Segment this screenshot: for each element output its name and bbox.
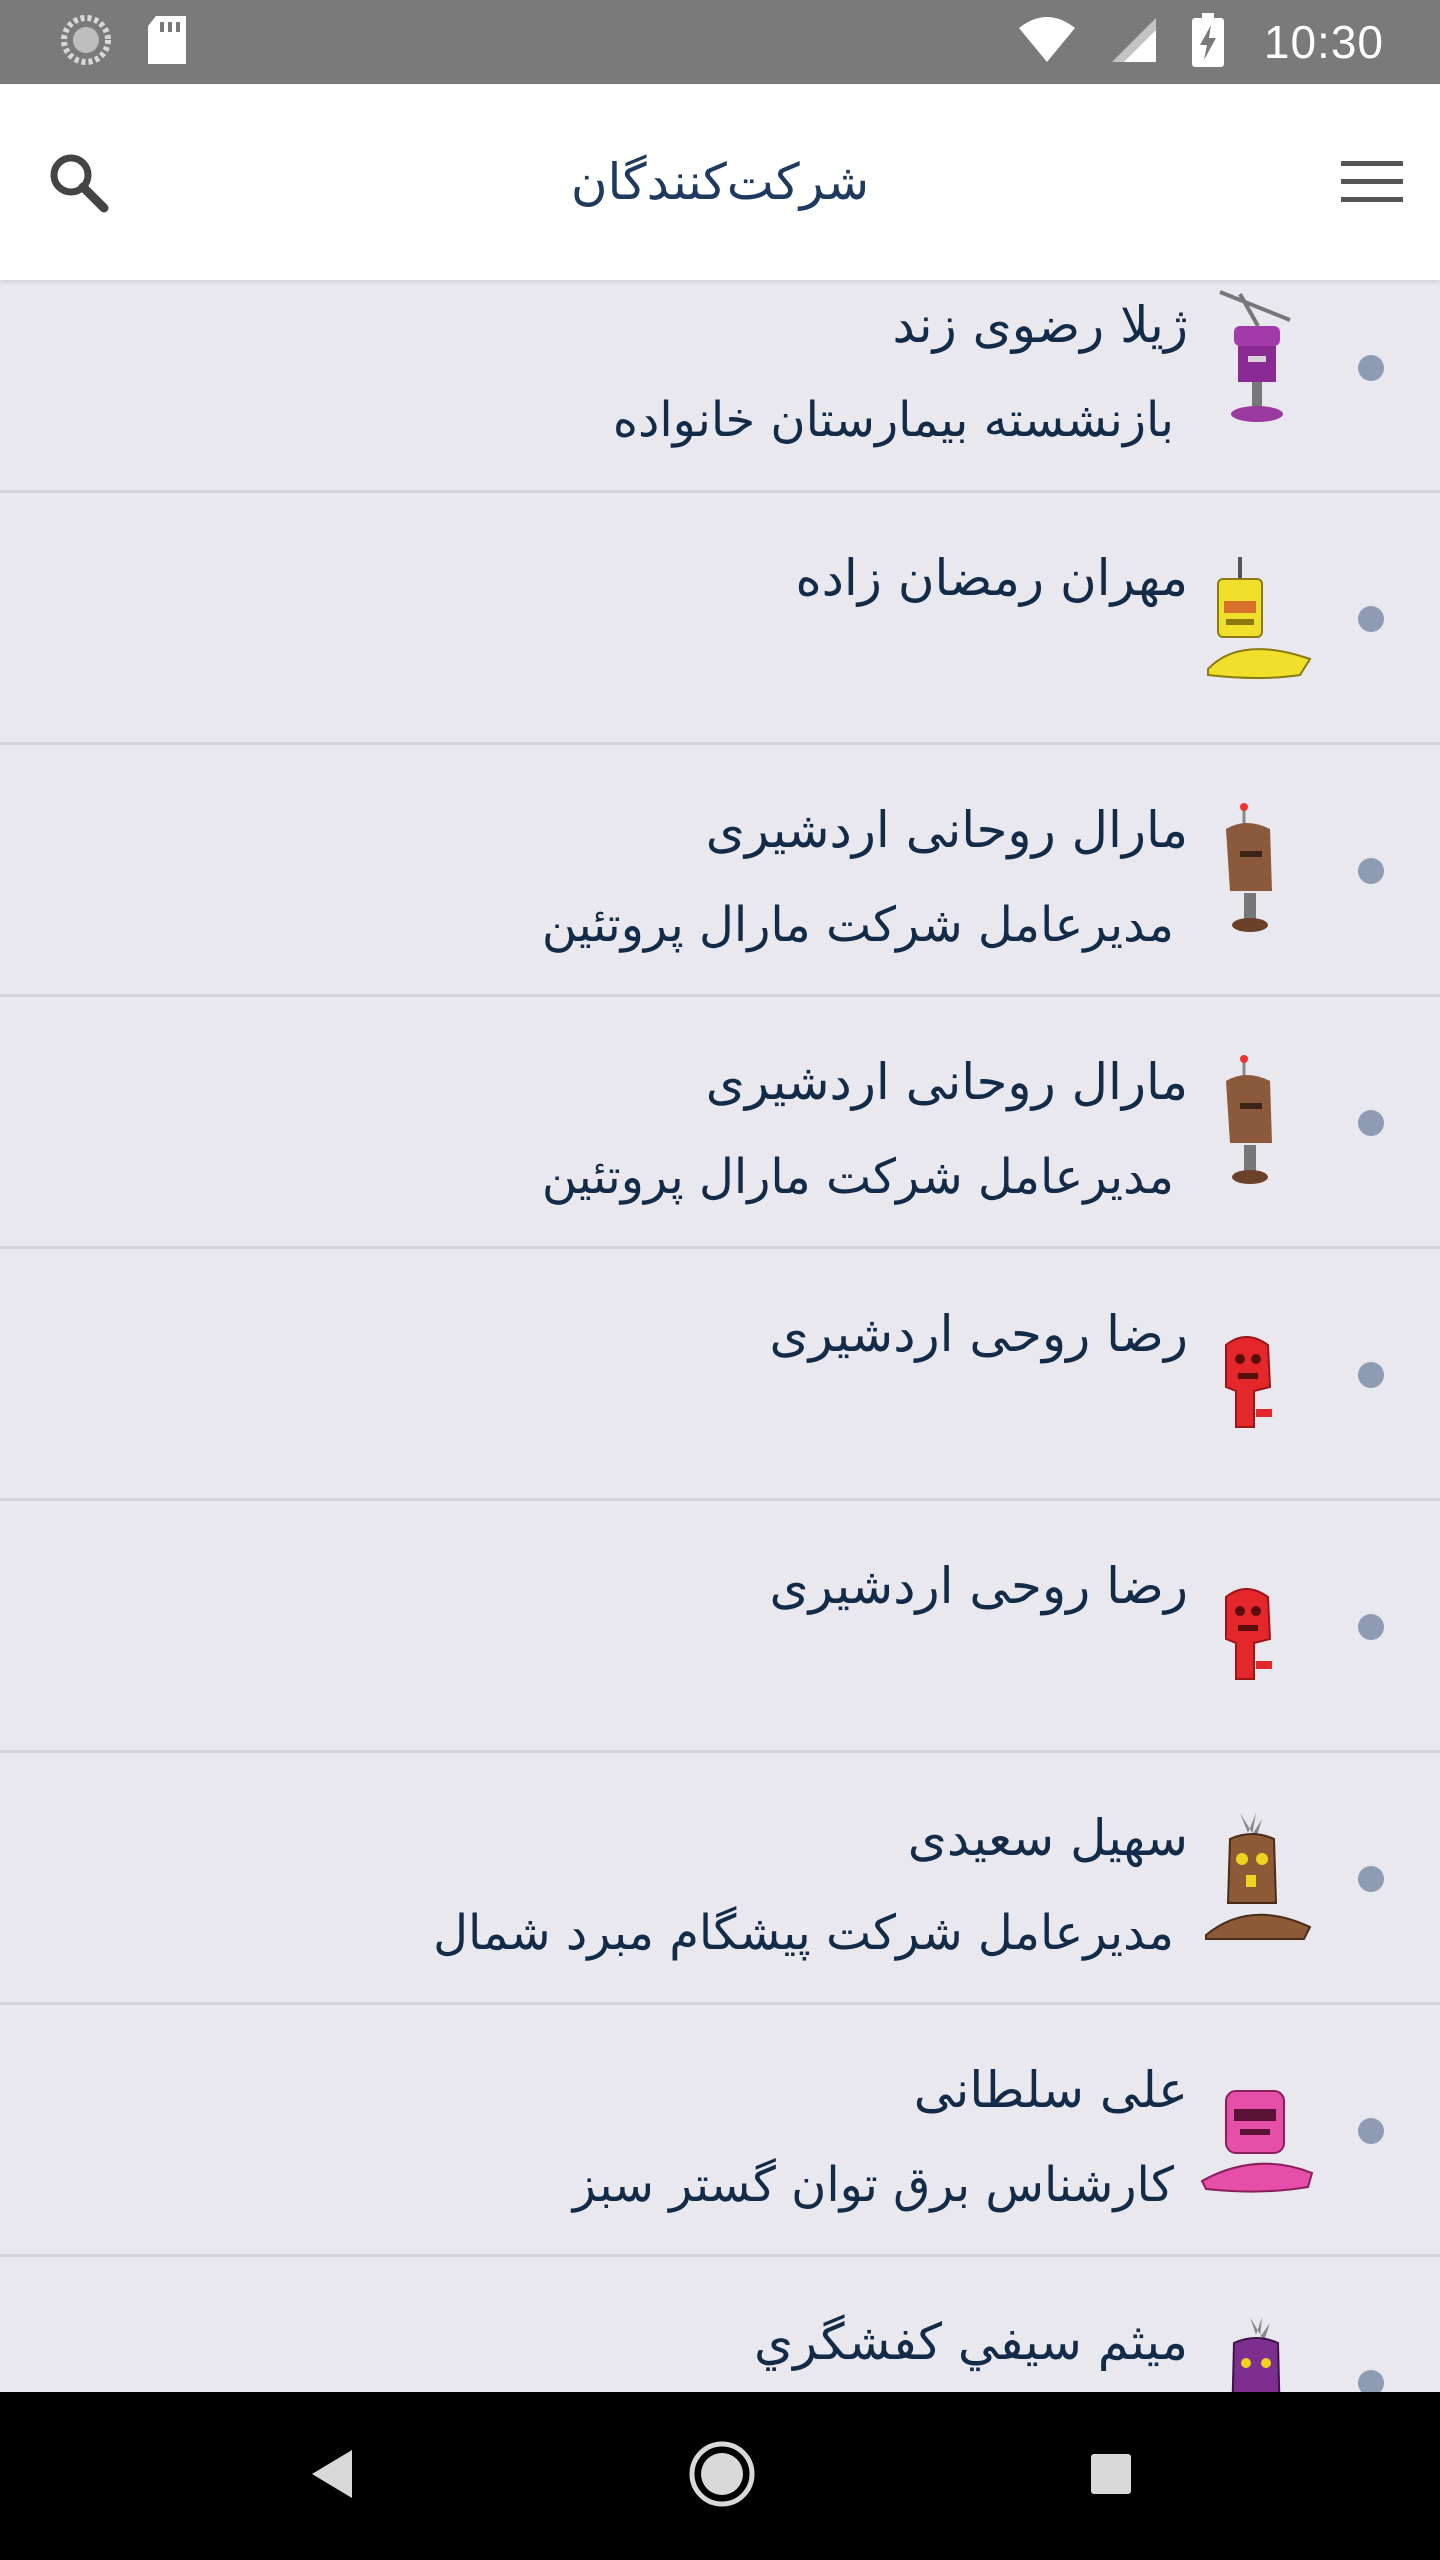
list-item[interactable]: رضا روحی اردشیری bbox=[0, 1501, 1440, 1753]
brown-robot-icon bbox=[1200, 1053, 1320, 1193]
bullet-dot bbox=[1358, 1866, 1384, 1892]
bullet-dot bbox=[1358, 1614, 1384, 1640]
home-circle-icon[interactable] bbox=[688, 2440, 756, 2512]
participant-name: رضا روحی اردشیری bbox=[769, 1557, 1188, 1615]
purple-antenna-robot-icon bbox=[1200, 290, 1320, 430]
app-bar: شرکت‌کنندگان bbox=[0, 84, 1440, 280]
recents-square-icon[interactable] bbox=[1088, 2451, 1134, 2501]
participant-name: مارال روحانی اردشیری bbox=[705, 1053, 1188, 1111]
list-item[interactable]: مارال روحانی اردشیری مدیرعامل شرکت مارال… bbox=[0, 745, 1440, 997]
bullet-dot bbox=[1358, 606, 1384, 632]
list-item[interactable]: رضا روحی اردشیری bbox=[0, 1249, 1440, 1501]
participant-name: علی سلطانی bbox=[913, 2061, 1188, 2119]
loading-circle-icon bbox=[60, 14, 112, 70]
participant-list[interactable]: ژیلا رضوی زند بازنشسته بیمارستان خانواده… bbox=[0, 280, 1440, 2392]
bullet-dot bbox=[1358, 1362, 1384, 1388]
system-navigation-bar bbox=[0, 2392, 1440, 2560]
status-left-icons bbox=[60, 14, 188, 70]
participant-subtitle: بازنشسته بیمارستان خانواده bbox=[612, 392, 1174, 448]
bullet-dot bbox=[1358, 858, 1384, 884]
cell-signal-icon bbox=[1110, 16, 1158, 68]
yellow-robot-icon bbox=[1200, 549, 1320, 689]
menu-button[interactable] bbox=[1332, 144, 1412, 224]
participant-name: ميثم سيفي كفشگري bbox=[753, 2313, 1188, 2371]
bullet-dot bbox=[1358, 2370, 1384, 2392]
participant-name: مهران رمضان زاده bbox=[795, 549, 1188, 607]
list-item[interactable]: سهیل سعیدی مدیرعامل شرکت پیشگام مبرد شما… bbox=[0, 1753, 1440, 2005]
bullet-dot bbox=[1358, 1110, 1384, 1136]
list-item[interactable]: مهران رمضان زاده bbox=[0, 493, 1440, 745]
purple-robot-icon bbox=[1200, 2313, 1320, 2392]
list-item[interactable]: ژیلا رضوی زند بازنشسته بیمارستان خانواده bbox=[0, 280, 1440, 493]
brown-big-robot-icon bbox=[1200, 1809, 1320, 1949]
participant-name: ژیلا رضوی زند bbox=[892, 296, 1188, 354]
clock: 10:30 bbox=[1263, 16, 1384, 68]
red-robot-icon bbox=[1200, 1557, 1320, 1697]
list-item[interactable]: علی سلطانی کارشناس برق توان گستر سبز bbox=[0, 2005, 1440, 2257]
hamburger-menu-icon bbox=[1341, 159, 1403, 209]
search-icon bbox=[46, 150, 110, 218]
search-button[interactable] bbox=[38, 144, 118, 224]
sd-card-icon bbox=[146, 14, 188, 70]
wifi-icon bbox=[1018, 16, 1076, 68]
bullet-dot bbox=[1358, 2118, 1384, 2144]
participant-subtitle: مدیرعامل شرکت مارال پروتئین bbox=[541, 1149, 1174, 1205]
participant-subtitle: مدیرعامل شرکت مارال پروتئین bbox=[541, 897, 1174, 953]
participant-subtitle: مدیرعامل شرکت پیشگام مبرد شمال bbox=[433, 1905, 1174, 1961]
red-robot-icon bbox=[1200, 1305, 1320, 1445]
page-title: شرکت‌کنندگان bbox=[570, 153, 870, 211]
status-bar: 10:30 bbox=[0, 0, 1440, 84]
participant-subtitle: کارشناس برق توان گستر سبز bbox=[572, 2157, 1174, 2213]
participant-name: سهیل سعیدی bbox=[907, 1809, 1188, 1867]
brown-robot-icon bbox=[1200, 801, 1320, 941]
participant-name: رضا روحی اردشیری bbox=[769, 1305, 1188, 1363]
back-triangle-icon[interactable] bbox=[306, 2446, 356, 2506]
battery-charging-icon bbox=[1191, 13, 1224, 71]
bullet-dot bbox=[1358, 355, 1384, 381]
participant-name: مارال روحانی اردشیری bbox=[705, 801, 1188, 859]
status-right-icons: 10:30 bbox=[1018, 13, 1384, 71]
pink-robot-icon bbox=[1200, 2061, 1320, 2201]
list-item[interactable]: ميثم سيفي كفشگري bbox=[0, 2257, 1440, 2392]
list-item[interactable]: مارال روحانی اردشیری مدیرعامل شرکت مارال… bbox=[0, 997, 1440, 1249]
